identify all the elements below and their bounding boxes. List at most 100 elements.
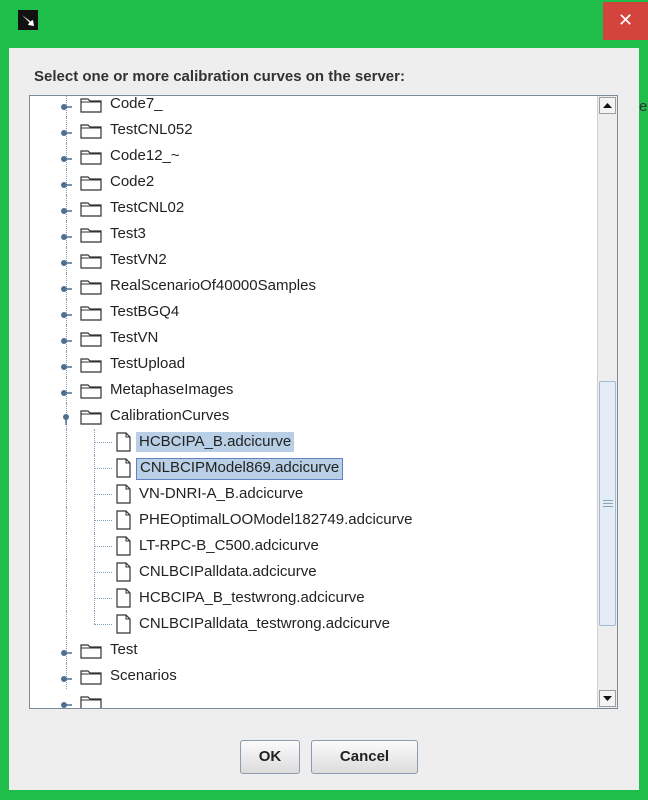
vertical-scrollbar[interactable] [597,96,617,708]
expand-toggle-icon[interactable] [60,202,72,214]
expand-toggle-icon[interactable] [60,332,72,344]
tree-folder-label[interactable]: TestVN [107,328,161,348]
tree-file-row[interactable]: HCBCIPA_B.adcicurve [30,429,590,455]
background-window-fragment: e [639,98,648,115]
file-icon [116,510,131,530]
tree-file-row[interactable]: LT-RPC-B_C500.adcicurve [30,533,590,559]
tree-folder-row[interactable]: Code7_ [30,96,590,117]
tree-file-row[interactable]: PHEOptimalLOOModel182749.adcicurve [30,507,590,533]
tree-folder-row[interactable]: RealScenarioOf40000Samples [30,273,590,299]
tree-file-row[interactable]: HCBCIPA_B_testwrong.adcicurve [30,585,590,611]
tree-guide-line [94,598,112,599]
file-icon [116,536,131,556]
tree-folder-row[interactable]: TestBGQ4 [30,299,590,325]
tree-guide-line [66,481,67,507]
dialog-prompt: Select one or more calibration curves on… [34,68,405,85]
tree-folder-label[interactable]: Test [107,640,141,660]
folder-icon [80,356,102,373]
tree-guide-line [66,533,67,559]
tree-file-label[interactable]: HCBCIPA_B.adcicurve [136,432,295,452]
collapse-toggle-icon[interactable] [60,410,72,425]
folder-icon [80,330,102,347]
tree-guide-line [66,559,67,585]
tree-file-label[interactable]: CNLBCIPModel869.adcicurve [136,458,344,480]
tree-guide-line [94,611,95,624]
curve-tree-panel: Code7_ TestCNL052 Code12_~ Code2 TestCNL02 Te… [29,95,618,709]
tree-folder-label[interactable]: Test3 [107,224,149,244]
expand-toggle-icon[interactable] [60,670,72,682]
tree-file-row[interactable]: CNLBCIPalldata.adcicurve [30,559,590,585]
scroll-up-arrow-icon [603,103,612,108]
tree-folder-label[interactable]: RealScenarioOf40000Samples [107,276,319,296]
close-button[interactable]: ✕ [603,2,648,40]
curve-tree[interactable]: Code7_ TestCNL052 Code12_~ Code2 TestCNL02 Te… [30,96,597,708]
tree-folder-label[interactable]: Scenarios [107,666,180,686]
tree-file-row[interactable]: CNLBCIPalldata_testwrong.adcicurve [30,611,590,637]
tree-file-label[interactable]: VN-DNRI-A_B.adcicurve [136,484,306,504]
tree-folder-row[interactable]: Code2 [30,169,590,195]
expand-toggle-icon[interactable] [60,358,72,370]
folder-icon [80,252,102,269]
tree-folder-row[interactable]: TestVN2 [30,247,590,273]
folder-icon [80,148,102,165]
file-icon [116,484,131,504]
tree-folder-label[interactable]: TestUpload [107,354,188,374]
expand-toggle-icon[interactable] [60,228,72,240]
tree-folder-label[interactable]: Code7_ [107,96,166,114]
scrollbar-thumb[interactable] [599,381,616,626]
scrollbar-grip-line [603,506,613,507]
tree-file-label[interactable]: HCBCIPA_B_testwrong.adcicurve [136,588,368,608]
tree-folder-label[interactable]: Code12_~ [107,146,183,166]
tree-folder-label[interactable]: TestCNL052 [107,120,196,140]
scroll-down-button[interactable] [599,690,616,707]
tree-file-label[interactable]: CNLBCIPalldata.adcicurve [136,562,320,582]
tree-folder-row-expanded[interactable]: CalibrationCurves [30,403,590,429]
title-bar[interactable]: ✕ [0,0,648,48]
tree-folder-row[interactable]: MetaphaseImages [30,377,590,403]
expand-toggle-icon[interactable] [60,306,72,318]
expand-toggle-icon[interactable] [60,384,72,396]
tree-guide-line [66,585,67,611]
tree-folder-row[interactable]: TestCNL02 [30,195,590,221]
tree-file-label[interactable]: LT-RPC-B_C500.adcicurve [136,536,322,556]
tree-folder-row[interactable]: Code12_~ [30,143,590,169]
folder-icon [80,200,102,217]
cancel-button[interactable]: Cancel [311,740,418,774]
tree-folder-row[interactable]: Test [30,637,590,663]
folder-icon [80,96,102,113]
tree-folder-row[interactable]: TestCNL052 [30,117,590,143]
expand-toggle-icon[interactable] [60,280,72,292]
tree-file-label[interactable]: PHEOptimalLOOModel182749.adcicurve [136,510,415,530]
expand-toggle-icon[interactable] [60,150,72,162]
tree-folder-row[interactable]: Scenarios [30,663,590,689]
expand-toggle-icon[interactable] [60,644,72,656]
tree-folder-row[interactable]: Test3 [30,221,590,247]
tree-folder-label[interactable]: TestBGQ4 [107,302,182,322]
tree-file-label[interactable]: CNLBCIPalldata_testwrong.adcicurve [136,614,393,634]
tree-folder-label[interactable]: TestVN2 [107,250,170,270]
tree-folder-label[interactable]: TestCNL02 [107,198,187,218]
file-icon [116,562,131,582]
scrollbar-grip-line [603,503,613,504]
tree-guide-line [66,429,67,455]
tree-file-row[interactable]: CNLBCIPModel869.adcicurve [30,455,590,481]
expand-toggle-icon[interactable] [60,254,72,266]
tree-guide-line [94,546,112,547]
tree-folder-row[interactable]: TestVN [30,325,590,351]
file-icon [116,458,131,478]
tree-folder-label[interactable]: MetaphaseImages [107,380,236,400]
tree-folder-label[interactable]: Code2 [107,172,157,192]
scroll-up-button[interactable] [599,97,616,114]
tree-guide-line [66,455,67,481]
tree-folder-row[interactable]: TestUpload [30,351,590,377]
folder-icon [80,278,102,295]
expand-toggle-icon[interactable] [60,98,72,110]
expand-toggle-icon[interactable] [60,176,72,188]
tree-folder-label[interactable]: CalibrationCurves [107,406,232,426]
scroll-down-arrow-icon [603,696,612,701]
file-icon [116,588,131,608]
expand-toggle-icon[interactable] [60,124,72,136]
tree-file-row[interactable]: VN-DNRI-A_B.adcicurve [30,481,590,507]
folder-icon [80,122,102,139]
ok-button[interactable]: OK [240,740,300,774]
